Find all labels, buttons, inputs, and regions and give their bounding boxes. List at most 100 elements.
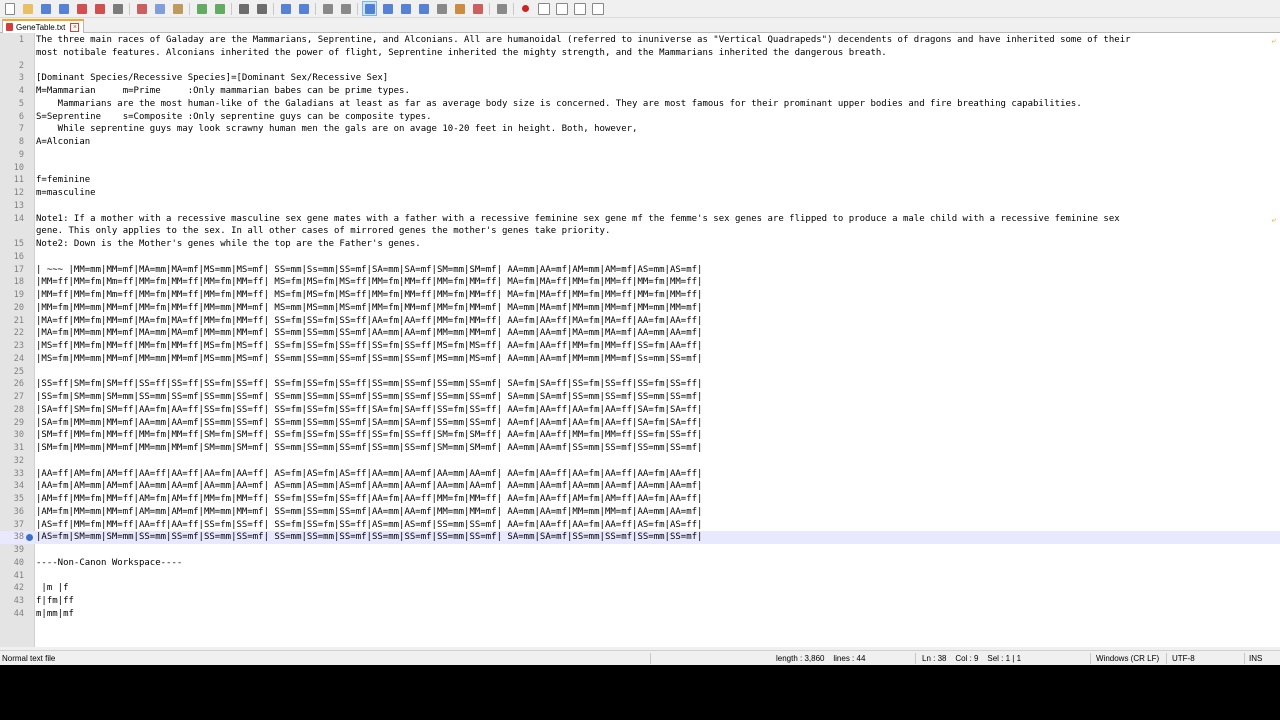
line-text[interactable]: f|fm|ff [36,595,74,608]
save-macro-icon[interactable] [590,1,605,16]
editor-line[interactable]: 40 ----Non-Canon Workspace---- [0,557,1280,570]
status-eol[interactable]: Windows (CR LF) [1096,654,1159,663]
editor-line[interactable]: 7 While seprentine guys may look scrawny… [0,123,1280,136]
redo-icon[interactable] [212,1,227,16]
line-text[interactable]: |MM=ff|MM=fm|Mm=ff|MM=fm|MM=ff|MM=fm|MM=… [36,289,702,302]
show-all-chars-icon[interactable] [380,1,395,16]
stop-macro-icon[interactable] [536,1,551,16]
zoom-in-icon[interactable] [278,1,293,16]
editor-line[interactable]: 13 [0,200,1280,213]
close-all-icon[interactable] [92,1,107,16]
tab-genetable[interactable]: GeneTable.txt × [2,19,85,33]
line-text[interactable]: |AM=ff|MM=fm|MM=ff|AM=fm|AM=ff|MM=fm|MM=… [36,493,702,506]
sync-horizontal-icon[interactable] [338,1,353,16]
editor-line[interactable]: 20 |MM=fm|MM=mm|MM=mf|MM=fm|MM=ff|MM=mm|M… [0,302,1280,315]
text-editor[interactable]: 1 The three main races of Galaday are the… [0,33,1280,647]
editor-line[interactable]: 33 |AA=ff|AM=fm|AM=ff|AA=ff|AA=ff|AA=fm|A… [0,468,1280,481]
editor-line[interactable]: 25 [0,366,1280,379]
editor-line[interactable]: 26 |SS=ff|SM=fm|SM=ff|SS=ff|SS=ff|SS=fm|S… [0,378,1280,391]
line-text[interactable]: [Dominant Species/Recessive Species]=[Do… [36,72,388,85]
editor-line[interactable]: 18 |MM=ff|MM=fm|Mm=ff|MM=fm|MM=ff|MM=fm|M… [0,276,1280,289]
line-text[interactable]: |MM=ff|MM=fm|Mm=ff|MM=fm|MM=ff|MM=fm|MM=… [36,276,702,289]
line-text[interactable]: S=Seprentine s=Composite :Only seprentin… [36,111,432,124]
editor-line[interactable]: 43 f|fm|ff [0,595,1280,608]
editor-line[interactable]: 21 |MA=ff|MM=fm|MM=mf|MA=fm|MA=ff|MM=fm|M… [0,315,1280,328]
line-text[interactable]: |MM=fm|MM=mm|MM=mf|MM=fm|MM=ff|MM=mm|MM=… [36,302,702,315]
editor-line[interactable]: 3 [Dominant Species/Recessive Species]=[D… [0,72,1280,85]
line-text[interactable]: |AA=ff|AM=fm|AM=ff|AA=ff|AA=ff|AA=fm|AA=… [36,468,702,481]
editor-line[interactable]: 24 |MS=fm|MM=mm|MM=mf|MM=mm|MM=mf|MS=mm|M… [0,353,1280,366]
editor-line[interactable]: 37 |AS=ff|MM=fm|MM=ff|AA=ff|AA=ff|SS=fm|S… [0,519,1280,532]
editor-line[interactable]: 1 The three main races of Galaday are the… [0,34,1280,47]
editor-line[interactable]: 27 |SS=fm|SM=mm|SM=mm|SS=mm|SS=mf|SS=mm|S… [0,391,1280,404]
line-text[interactable]: |AA=fm|AM=mm|AM=mf|AA=mm|AA=mf|AA=mm|AA=… [36,480,702,493]
line-text[interactable]: |MA=ff|MM=fm|MM=mf|MA=fm|MA=ff|MM=fm|MM=… [36,315,702,328]
editor-line[interactable]: 32 [0,455,1280,468]
indent-guide-icon[interactable] [398,1,413,16]
open-file-icon[interactable] [20,1,35,16]
editor-line[interactable]: 15 Note2: Down is the Mother's genes whil… [0,238,1280,251]
line-text[interactable]: |MS=ff|MM=fm|MM=ff|MM=fm|MM=ff|MS=fm|MS=… [36,340,702,353]
editor-line[interactable]: 23 |MS=ff|MM=fm|MM=ff|MM=fm|MM=ff|MS=fm|M… [0,340,1280,353]
paste-icon[interactable] [170,1,185,16]
editor-line[interactable]: 38 |AS=fm|SM=mm|SM=mm|SS=mm|SS=mf|SS=mm|S… [0,531,1280,544]
editor-line[interactable]: 36 |AM=fm|MM=mm|MM=mf|AM=mm|AM=mf|MM=mm|M… [0,506,1280,519]
line-text[interactable]: |MA=fm|MM=mm|MM=mf|MA=mm|MA=mf|MM=mm|MM=… [36,327,702,340]
status-encoding[interactable]: UTF-8 [1172,654,1195,663]
editor-lines[interactable]: 1 The three main races of Galaday are the… [0,34,1280,621]
line-text[interactable]: A=Alconian [36,136,90,149]
record-macro-icon[interactable] [518,1,533,16]
zoom-out-icon[interactable] [296,1,311,16]
doc-map-icon[interactable] [434,1,449,16]
editor-line[interactable]: 44 m|mm|mf [0,608,1280,621]
line-text[interactable]: While seprentine guys may look scrawny h… [36,123,638,136]
save-all-icon[interactable] [56,1,71,16]
line-text[interactable]: |SM=fm|MM=mm|MM=mf|MM=mm|MM=mf|SM=mm|SM=… [36,442,702,455]
editor-line[interactable]: 41 [0,570,1280,583]
line-text[interactable]: gene. This only applies to the sex. In a… [36,225,610,238]
find-icon[interactable] [236,1,251,16]
status-insert-mode[interactable]: INS [1249,654,1262,663]
new-file-icon[interactable] [2,1,17,16]
cut-icon[interactable] [134,1,149,16]
line-text[interactable]: M=Mammarian m=Prime :Only mammarian babe… [36,85,410,98]
monitor-icon[interactable] [494,1,509,16]
editor-line[interactable]: 35 |AM=ff|MM=fm|MM=ff|AM=fm|AM=ff|MM=fm|M… [0,493,1280,506]
print-icon[interactable] [110,1,125,16]
editor-line[interactable]: 4 M=Mammarian m=Prime :Only mammarian bab… [0,85,1280,98]
line-text[interactable]: |SS=fm|SM=mm|SM=mm|SS=mm|SS=mf|SS=mm|SS=… [36,391,702,404]
editor-line[interactable]: 14 Note1: If a mother with a recessive ma… [0,213,1280,226]
editor-line[interactable]: 28 |SA=ff|SM=fm|SM=ff|AA=fm|AA=ff|SS=fm|S… [0,404,1280,417]
line-text[interactable]: Note2: Down is the Mother's genes while … [36,238,421,251]
editor-line[interactable]: 12 m=masculine [0,187,1280,200]
editor-line[interactable]: most notibale features. Alconians inheri… [0,47,1280,60]
line-text[interactable]: most notibale features. Alconians inheri… [36,47,887,60]
line-text[interactable]: |AS=ff|MM=fm|MM=ff|AA=ff|AA=ff|SS=fm|SS=… [36,519,702,532]
line-text[interactable]: |AS=fm|SM=mm|SM=mm|SS=mm|SS=mf|SS=mm|SS=… [36,531,702,544]
line-text[interactable]: f=feminine [36,174,90,187]
user-lang-icon[interactable] [416,1,431,16]
line-text[interactable]: |SS=ff|SM=fm|SM=ff|SS=ff|SS=ff|SS=fm|SS=… [36,378,702,391]
editor-line[interactable]: 19 |MM=ff|MM=fm|Mm=ff|MM=fm|MM=ff|MM=fm|M… [0,289,1280,302]
editor-line[interactable]: 5 Mammarians are the most human-like of … [0,98,1280,111]
editor-line[interactable]: 22 |MA=fm|MM=mm|MM=mf|MA=mm|MA=mf|MM=mm|M… [0,327,1280,340]
line-text[interactable]: |m |f [36,582,68,595]
editor-line[interactable]: 2 [0,60,1280,73]
editor-line[interactable]: 10 [0,162,1280,175]
editor-line[interactable]: 6 S=Seprentine s=Composite :Only seprenti… [0,111,1280,124]
line-text[interactable]: m|mm|mf [36,608,74,621]
line-text[interactable]: |MS=fm|MM=mm|MM=mf|MM=mm|MM=mf|MS=mm|MS=… [36,353,702,366]
line-text[interactable]: ----Non-Canon Workspace---- [36,557,182,570]
copy-icon[interactable] [152,1,167,16]
run-macro-icon[interactable] [572,1,587,16]
editor-line[interactable]: 9 [0,149,1280,162]
line-text[interactable]: |SM=ff|MM=fm|MM=ff|MM=fm|MM=ff|SM=fm|SM=… [36,429,702,442]
editor-line[interactable]: gene. This only applies to the sex. In a… [0,225,1280,238]
editor-line[interactable]: 11 f=feminine [0,174,1280,187]
undo-icon[interactable] [194,1,209,16]
folder-workspace-icon[interactable] [470,1,485,16]
function-list-icon[interactable] [452,1,467,16]
close-icon[interactable] [74,1,89,16]
line-text[interactable]: | ~~~ |MM=mm|MM=mf|MA=mm|MA=mf|MS=mm|MS=… [36,264,702,277]
editor-line[interactable]: 34 |AA=fm|AM=mm|AM=mf|AA=mm|AA=mf|AA=mm|A… [0,480,1280,493]
